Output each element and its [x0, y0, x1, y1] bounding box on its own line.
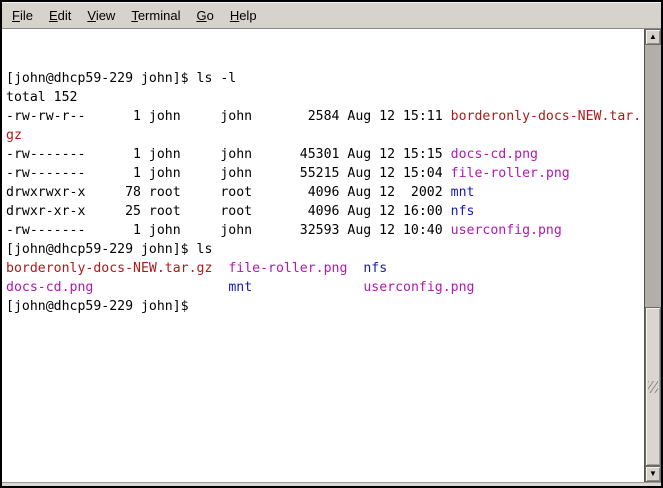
terminal-line: total 152: [6, 88, 644, 107]
scrollbar-grip-icon: [648, 381, 658, 393]
terminal-line: drwxr-xr-x 25 root root 4096 Aug 12 16:0…: [6, 202, 644, 221]
terminal-text: -rw------- 1 john john 32593 Aug 12 10:4…: [6, 223, 451, 238]
menu-item-help[interactable]: Help: [222, 4, 265, 27]
terminal-filename-magenta: userconfig.png: [451, 223, 562, 238]
terminal-text: [93, 280, 228, 295]
terminal-text: drwxr-xr-x 25 root root 4096 Aug 12 16:0…: [6, 204, 451, 219]
scroll-down-button[interactable]: ▼: [645, 466, 661, 482]
terminal-text: -rw-rw-r-- 1 john john 2584 Aug 12 15:11: [6, 109, 451, 124]
terminal-filename-magenta: docs-cd.png: [451, 147, 538, 162]
terminal-output: [john@dhcp59-229 john]$ ls -l total 152 -r…: [6, 69, 644, 316]
terminal-text: drwxrwxr-x 78 root root 4096 Aug 12 2002: [6, 185, 451, 200]
terminal-line: drwxrwxr-x 78 root root 4096 Aug 12 2002…: [6, 183, 644, 202]
terminal-line: -rw-rw-r-- 1 john john 2584 Aug 12 15:11…: [6, 107, 644, 126]
terminal-text: [john@dhcp59-229 john]$ ls -l: [6, 71, 236, 86]
terminal-filename-magenta: userconfig.png: [363, 280, 474, 295]
terminal-filename-magenta: file-roller.png: [228, 261, 347, 276]
scroll-down-icon: ▼: [649, 470, 657, 478]
menubar: FileEditViewTerminalGoHelp: [2, 2, 661, 29]
terminal-filename-red: gz: [6, 128, 22, 143]
menu-item-view[interactable]: View: [79, 4, 123, 27]
terminal-filename-red: borderonly-docs-NEW.tar.gz: [6, 261, 212, 276]
scroll-up-icon: ▲: [649, 33, 657, 41]
terminal-filename-blue: mnt: [228, 280, 252, 295]
scroll-up-button[interactable]: ▲: [645, 29, 661, 45]
terminal-line: borderonly-docs-NEW.tar.gz file-roller.p…: [6, 259, 644, 278]
terminal-line: -rw------- 1 john john 55215 Aug 12 15:0…: [6, 164, 644, 183]
terminal-line: -rw------- 1 john john 32593 Aug 12 10:4…: [6, 221, 644, 240]
terminal-text: [john@dhcp59-229 john]$ ls: [6, 242, 212, 257]
terminal-line: [john@dhcp59-229 john]$ ls: [6, 240, 644, 259]
menu-item-edit[interactable]: Edit: [41, 4, 79, 27]
terminal-line: gz: [6, 126, 644, 145]
terminal-text: [252, 280, 363, 295]
terminal-filename-magenta: docs-cd.png: [6, 280, 93, 295]
terminal-filename-magenta: file-roller.png: [451, 166, 570, 181]
menu-item-file[interactable]: File: [4, 4, 41, 27]
terminal-line: [john@dhcp59-229 john]$: [6, 297, 644, 316]
scrollbar-thumb[interactable]: [645, 307, 661, 466]
terminal-line: [john@dhcp59-229 john]$ ls -l: [6, 69, 644, 88]
menu-item-terminal[interactable]: Terminal: [123, 4, 188, 27]
terminal-line: docs-cd.png mnt userconfig.png: [6, 278, 644, 297]
terminal-filename-blue: mnt: [451, 185, 475, 200]
terminal-filename-blue: nfs: [363, 261, 387, 276]
terminal-filename-blue: nfs: [451, 204, 475, 219]
terminal-text: -rw------- 1 john john 45301 Aug 12 15:1…: [6, 147, 451, 162]
terminal-text: -rw------- 1 john john 55215 Aug 12 15:0…: [6, 166, 451, 181]
terminal-text: [john@dhcp59-229 john]$: [6, 299, 189, 314]
terminal-text: [347, 261, 363, 276]
terminal-text: total 152: [6, 90, 77, 105]
window-frame-bottom: [2, 482, 661, 486]
terminal-filename-red: borderonly-docs-NEW.tar.: [451, 109, 642, 124]
terminal-window: FileEditViewTerminalGoHelp [john@dhcp59-…: [0, 0, 663, 488]
scrollbar-track[interactable]: ▲ ▼: [644, 29, 661, 482]
terminal-main-area: [john@dhcp59-229 john]$ ls -l total 152 -r…: [2, 29, 661, 482]
terminal-text: [212, 261, 228, 276]
terminal-line: -rw------- 1 john john 45301 Aug 12 15:1…: [6, 145, 644, 164]
menu-item-go[interactable]: Go: [188, 4, 221, 27]
terminal-screen[interactable]: [john@dhcp59-229 john]$ ls -l total 152 -r…: [2, 29, 644, 482]
